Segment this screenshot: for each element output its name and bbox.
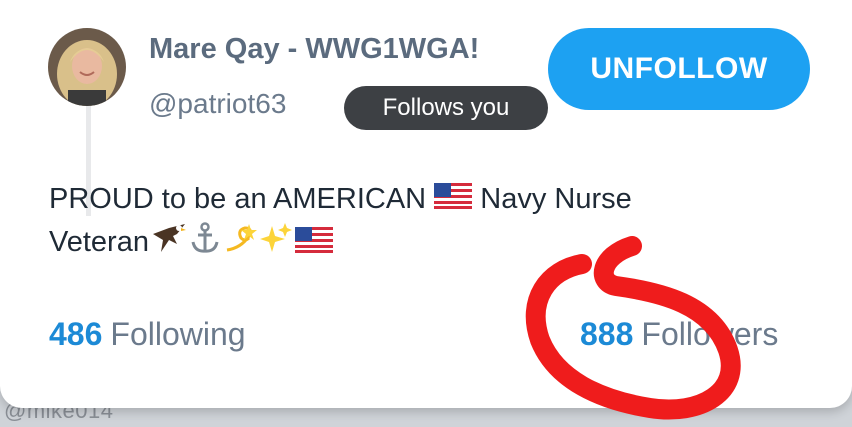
bio-line-1-suffix: Navy Nurse [480,183,632,215]
us-flag-icon [434,179,473,221]
following-label: Following [110,316,246,352]
profile-handle[interactable]: @patriot63 [149,88,286,120]
bio-line-2: Veteran [49,221,749,265]
profile-bio: PROUD to be an AMERICAN Navy Nurse Veter… [49,178,749,266]
followers-stat[interactable]: 888 Followers [580,316,778,353]
bio-line-2-text: Veteran [49,226,149,259]
avatar[interactable] [48,28,126,106]
profile-name[interactable]: Mare Qay - WWG1WGA! [149,33,479,66]
dizzy-icon [223,222,257,266]
unfollow-button[interactable]: UNFOLLOW [548,28,810,110]
following-count: 486 [49,316,103,352]
bio-line-1: PROUD to be an AMERICAN Navy Nurse [49,178,749,221]
bio-line-1-text: PROUD to be an AMERICAN [49,183,427,215]
followers-count: 888 [580,316,634,352]
us-flag-icon [294,223,333,265]
eagle-icon [151,222,187,266]
following-stat[interactable]: 486 Following [49,316,246,353]
followers-label: Followers [641,316,779,352]
follows-you-badge: Follows you [344,86,548,130]
sparkles-icon [259,222,292,266]
anchor-icon [190,221,220,266]
profile-hover-card: Mare Qay - WWG1WGA! @patriot63 Follows y… [0,0,852,408]
